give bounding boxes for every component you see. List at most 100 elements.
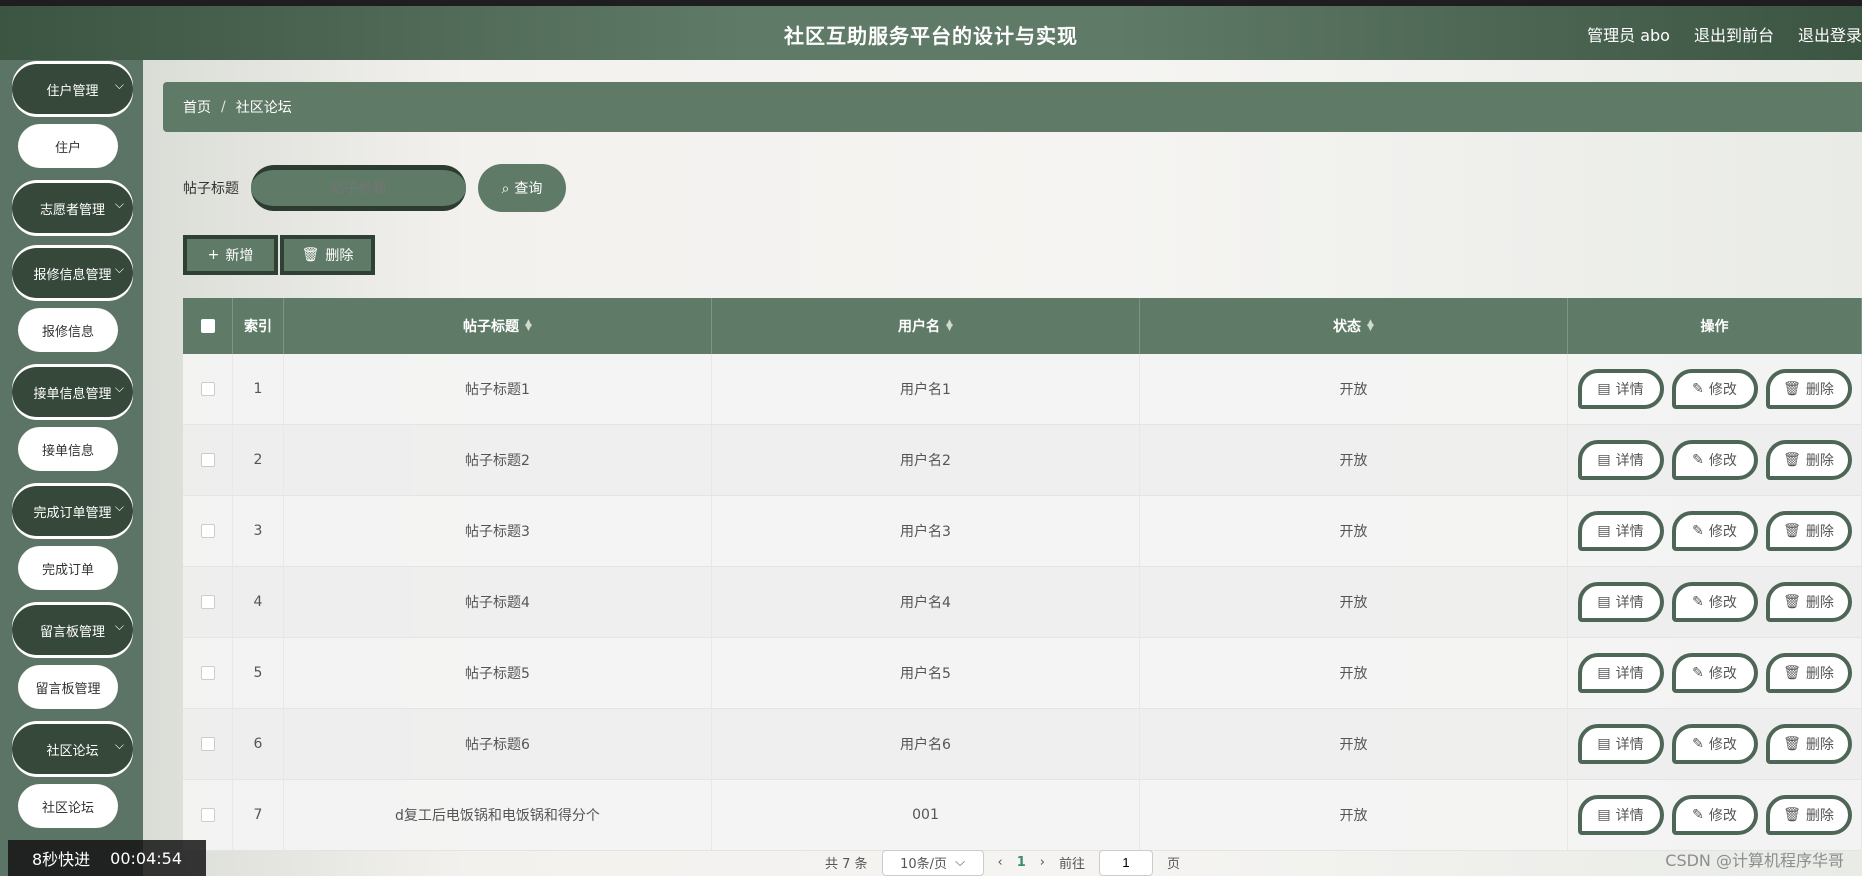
delete-button[interactable]: 🗑 删除 (1765, 795, 1852, 835)
edit-icon: ✎ (1692, 523, 1704, 539)
menu-item-complete[interactable]: 完成订单 (18, 546, 118, 590)
detail-button[interactable]: ▤ 详情 (1577, 582, 1664, 622)
menu-group-repair[interactable]: 报修信息管理 ⌵ (12, 248, 133, 298)
delete-button[interactable]: 🗑 删除 (1765, 582, 1852, 622)
logout-link[interactable]: 退出登录 (1798, 22, 1862, 46)
chevron-down-icon: ⌵ (114, 78, 124, 92)
action-row: + 新增 🗑 删除 (183, 235, 375, 275)
menu-item-forum[interactable]: 社区论坛 (18, 784, 118, 828)
cell-index: 7 (233, 780, 284, 850)
delete-button[interactable]: 🗑 删除 (1765, 724, 1852, 764)
cell-index: 6 (233, 709, 284, 779)
edit-button[interactable]: ✎ 修改 (1671, 440, 1758, 480)
pager-total: 共 7 条 (824, 857, 868, 872)
row-checkbox[interactable] (200, 737, 215, 751)
header-status[interactable]: 状态 ▲ ▼ (1140, 298, 1568, 354)
main-content: 首页 / 社区论坛 帖子标题 ⌕ 查询 + 新增 🗑 删除 索引 帖子标题 ▲▼ … (143, 60, 1862, 876)
row-checkbox[interactable] (200, 808, 215, 822)
table-row: 7 d复工后电饭锅和电饭锅和得分个 001 开放 ▤ 详情 ✎ 修改 🗑 删除 (183, 780, 1862, 851)
cell-index: 5 (233, 638, 284, 708)
cell-title: 帖子标题2 (284, 425, 712, 495)
add-button[interactable]: + 新增 (183, 235, 278, 275)
video-overlay: 8秒快进 00:04:54 (8, 840, 206, 876)
row-select-cell (183, 425, 233, 495)
document-icon: ▤ (1597, 381, 1611, 397)
edit-button[interactable]: ✎ 修改 (1671, 724, 1758, 764)
menu-group-order[interactable]: 接单信息管理 ⌵ (12, 367, 133, 417)
chevron-down-icon: ⌵ (114, 381, 124, 395)
row-checkbox[interactable] (200, 595, 215, 609)
chevron-down-icon: ⌵ (114, 197, 124, 211)
menu-item-repair[interactable]: 报修信息 (18, 308, 118, 352)
detail-button[interactable]: ▤ 详情 (1577, 724, 1664, 764)
sort-icon[interactable]: ▲ ▼ (946, 319, 953, 333)
menu-group-volunteer[interactable]: 志愿者管理 ⌵ (12, 183, 133, 233)
row-checkbox[interactable] (200, 666, 215, 680)
row-select-cell (183, 709, 233, 779)
document-icon: ▤ (1597, 807, 1611, 823)
header-username[interactable]: 用户名 ▲ ▼ (712, 298, 1140, 354)
next-page-icon[interactable]: › (1040, 855, 1045, 870)
menu-group-resident[interactable]: 住户管理 ⌵ (12, 64, 133, 114)
edit-button[interactable]: ✎ 修改 (1671, 511, 1758, 551)
cell-ops: ▤ 详情 ✎ 修改 🗑 删除 (1568, 567, 1862, 637)
cell-status: 开放 (1140, 354, 1568, 424)
detail-button[interactable]: ▤ 详情 (1577, 440, 1664, 480)
plus-icon: + (207, 247, 220, 263)
edit-label: 修改 (1708, 666, 1737, 682)
detail-button[interactable]: ▤ 详情 (1577, 653, 1664, 693)
menu-group-forum[interactable]: 社区论坛 ⌵ (12, 724, 133, 774)
delete-button[interactable]: 🗑 删除 (1765, 440, 1852, 480)
search-button[interactable]: ⌕ 查询 (478, 164, 566, 212)
edit-button[interactable]: ✎ 修改 (1671, 653, 1758, 693)
cell-ops: ▤ 详情 ✎ 修改 🗑 删除 (1568, 496, 1862, 566)
delete-label: 删除 (1805, 808, 1834, 824)
sort-icon[interactable]: ▲ ▼ (525, 319, 532, 333)
detail-button[interactable]: ▤ 详情 (1577, 795, 1664, 835)
edit-button[interactable]: ✎ 修改 (1671, 369, 1758, 409)
sort-icon[interactable]: ▲ ▼ (1367, 319, 1374, 333)
goto-page-input[interactable] (1099, 849, 1153, 876)
header-ops: 操作 (1568, 298, 1862, 354)
menu-group-label: 志愿者管理 (39, 202, 105, 218)
header-links: 管理员 abo 退出到前台 退出登录 (1587, 22, 1862, 46)
search-input[interactable] (251, 165, 466, 211)
detail-label: 详情 (1615, 737, 1644, 753)
menu-item-order[interactable]: 接单信息 (18, 427, 118, 471)
trash-icon: 🗑 (301, 247, 320, 263)
edit-label: 修改 (1708, 808, 1737, 824)
menu-group-message[interactable]: 留言板管理 ⌵ (12, 605, 133, 655)
delete-button[interactable]: 🗑 删除 (1765, 511, 1852, 551)
menu-item-message[interactable]: 留言板管理 (18, 665, 118, 709)
header-title[interactable]: 帖子标题 ▲ ▼ (284, 298, 712, 354)
detail-button[interactable]: ▤ 详情 (1577, 511, 1664, 551)
cell-ops: ▤ 详情 ✎ 修改 🗑 删除 (1568, 638, 1862, 708)
prev-page-icon[interactable]: ‹ (998, 855, 1003, 870)
delete-button[interactable]: 🗑 删除 (1765, 653, 1852, 693)
menu-group-label: 报修信息管理 (33, 267, 112, 283)
row-checkbox[interactable] (200, 524, 215, 538)
row-checkbox[interactable] (200, 453, 215, 467)
breadcrumb-home[interactable]: 首页 (183, 97, 211, 117)
edit-icon: ✎ (1692, 452, 1704, 468)
detail-button[interactable]: ▤ 详情 (1577, 369, 1664, 409)
cell-username: 用户名6 (712, 709, 1140, 779)
page-number-current[interactable]: 1 (1017, 855, 1026, 870)
cell-status: 开放 (1140, 780, 1568, 850)
page-suffix: 页 (1167, 857, 1181, 872)
menu-group-complete[interactable]: 完成订单管理 ⌵ (12, 486, 133, 536)
cell-ops: ▤ 详情 ✎ 修改 🗑 删除 (1568, 354, 1862, 424)
edit-icon: ✎ (1692, 381, 1704, 397)
edit-icon: ✎ (1692, 807, 1704, 823)
table-row: 6 帖子标题6 用户名6 开放 ▤ 详情 ✎ 修改 🗑 删除 (183, 709, 1862, 780)
edit-button[interactable]: ✎ 修改 (1671, 795, 1758, 835)
edit-button[interactable]: ✎ 修改 (1671, 582, 1758, 622)
front-link[interactable]: 退出到前台 (1694, 22, 1774, 46)
menu-item-resident[interactable]: 住户 (18, 124, 118, 168)
row-checkbox[interactable] (200, 382, 215, 396)
select-all-checkbox[interactable] (200, 319, 215, 333)
batch-delete-button[interactable]: 🗑 删除 (280, 235, 375, 275)
page-size-select[interactable]: 10条/页 ⌵ (881, 849, 984, 876)
table-row: 1 帖子标题1 用户名1 开放 ▤ 详情 ✎ 修改 🗑 删除 (183, 354, 1862, 425)
delete-button[interactable]: 🗑 删除 (1765, 369, 1852, 409)
